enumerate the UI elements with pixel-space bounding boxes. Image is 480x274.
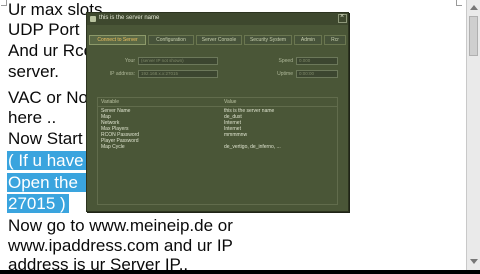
margin-corner-mark [1, 0, 7, 6]
tab-server-console[interactable]: Server Console [196, 35, 242, 45]
server-dialog-window[interactable]: this is the server name × Connect to Ser… [86, 12, 349, 212]
document-text-line[interactable]: www.ipaddress.com and ur IP [8, 236, 233, 255]
vertical-scrollbar[interactable] [466, 0, 480, 270]
scroll-thumb[interactable] [469, 16, 478, 56]
column-header-variable[interactable]: Variable [101, 98, 119, 106]
tab-more[interactable]: Rcr [324, 35, 346, 45]
tab-connect-to-server[interactable]: Connect to Server [89, 35, 146, 45]
close-icon: × [340, 13, 345, 20]
column-header-value[interactable]: Value [224, 98, 236, 106]
ip-field[interactable]: (server IP not shown) [138, 57, 218, 65]
document-text-line[interactable]: address is ur Server IP.. [8, 255, 188, 274]
document-text-line[interactable]: here .. [8, 108, 56, 127]
header-divider [98, 106, 337, 107]
uptime-field[interactable]: 0:00:00 [296, 70, 338, 78]
close-button[interactable]: × [338, 13, 347, 23]
document-text-line[interactable]: Now Start [8, 129, 83, 148]
document-text-line[interactable]: Now go to www.meineip.de or [8, 216, 233, 235]
scroll-down-icon[interactable] [470, 259, 478, 264]
document-page[interactable]: Ur max slots UDP Port And ur Rcon server… [0, 0, 466, 274]
document-text-line[interactable]: UDP Port [8, 20, 80, 39]
uptime-label: Uptime [277, 71, 293, 77]
row-variable[interactable]: Map Cycle [101, 144, 125, 150]
margin-corner-mark [456, 0, 462, 6]
dialog-titlebar[interactable]: this is the server name × [87, 13, 348, 25]
ip-address-field[interactable]: 192.168.x.x:27015 [138, 70, 218, 78]
scroll-up-icon[interactable] [470, 5, 478, 10]
selected-text-line[interactable]: 27015 ) [8, 194, 66, 213]
server-variables-table[interactable]: Variable Value Server Name this is the s… [97, 97, 338, 205]
document-text-line[interactable]: VAC or No [8, 88, 88, 107]
speed-field[interactable]: 0.000 [296, 57, 338, 65]
tab-security-system[interactable]: Security System [244, 35, 292, 45]
ip-address-label: IP address: [109, 71, 135, 77]
selected-text-line[interactable]: Open the [8, 173, 78, 192]
row-value[interactable]: de_vertigo, de_inferno, ... [224, 144, 281, 150]
dialog-title: this is the server name [99, 15, 160, 21]
document-text-line[interactable]: server. [8, 62, 59, 81]
tab-admin[interactable]: Admin [294, 35, 322, 45]
row-value[interactable]: mmmmnw [224, 132, 247, 138]
speed-label: Speed [278, 58, 293, 64]
app-icon [90, 16, 96, 22]
ip-label: Your [124, 58, 135, 64]
selected-text-line[interactable]: ( If u have [8, 151, 84, 170]
tab-configuration[interactable]: Configuration [148, 35, 194, 45]
